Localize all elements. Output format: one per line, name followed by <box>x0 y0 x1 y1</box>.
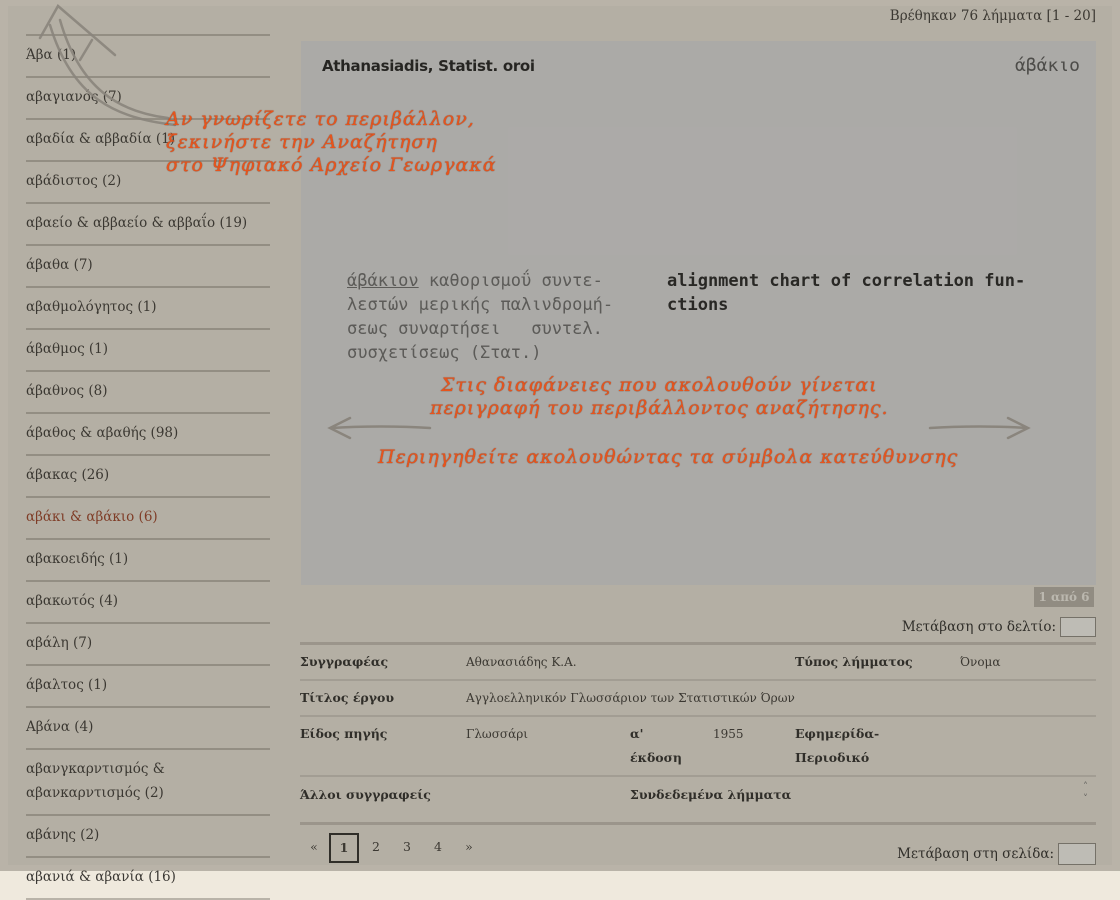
lemma-item[interactable]: αβάλη (7) <box>26 624 270 666</box>
entry-type-value: Όνομα <box>960 655 1001 669</box>
page-4-button[interactable]: 4 <box>424 833 452 861</box>
metadata-row-source: Είδος πηγής Γλωσσάρι α' έκδοση 1955 Εφημ… <box>300 715 1096 775</box>
card-headword-label: άβάκιο <box>1014 55 1080 76</box>
page-3-button[interactable]: 3 <box>393 833 421 861</box>
card-counter: 1 από 6 <box>1034 587 1094 607</box>
work-title-label: Τίτλος έργου <box>300 690 395 705</box>
prev-page-button[interactable]: « <box>300 833 328 861</box>
next-page-button[interactable]: » <box>455 833 483 861</box>
edition-value: 1955 <box>713 727 744 741</box>
other-authors-label: Άλλοι συγγραφείς <box>300 787 431 802</box>
author-value: Αθανασιάδης Κ.Α. <box>466 655 577 669</box>
card-greek-line1: καθορισμοΰ συντε- <box>418 271 603 291</box>
hint-slides-description: Στις διαφάνειες που ακολουθούν γίνεται π… <box>430 374 889 419</box>
pagination: « 1 2 3 4 » Μετάβαση στη σελίδα: <box>300 822 1096 869</box>
lemma-item[interactable]: άβαθα (7) <box>26 246 270 288</box>
edition-label-2: έκδοση <box>630 750 682 765</box>
entry-type-label: Τύπος λήμματος <box>795 654 913 669</box>
goto-page-input[interactable] <box>1058 843 1096 865</box>
lemma-item[interactable]: αβαείο & αββαείο & αββαΐο (19) <box>26 204 270 246</box>
source-type-value: Γλωσσάρι <box>466 727 528 741</box>
metadata-row-other: Άλλοι συγγραφείς Συνδεδεμένα λήμματα <box>300 775 1096 823</box>
lemma-item[interactable]: άβαθνος (8) <box>26 372 270 414</box>
goto-card: Μετάβαση στο δελτίο: <box>902 617 1096 637</box>
work-title-value: Αγγλοελληνικόν Γλωσσάριον των Στατιστικώ… <box>466 691 795 705</box>
related-entries-scroll[interactable]: ˄ ˅ <box>1083 782 1088 806</box>
chevron-up-icon[interactable]: ˄ <box>1083 782 1088 794</box>
lemma-item[interactable]: άβαθος & αβαθής (98) <box>26 414 270 456</box>
lemma-item[interactable]: αβαθμολόγητος (1) <box>26 288 270 330</box>
lemma-item[interactable]: άβακας (26) <box>26 456 270 498</box>
lemma-item[interactable]: αβακοειδής (1) <box>26 540 270 582</box>
card-greek-definition: άβάκιον καθορισμοΰ συντε- λεστών μερικής… <box>347 269 613 365</box>
lemma-item[interactable]: Άβα (1) <box>26 36 270 78</box>
page-2-button[interactable]: 2 <box>362 833 390 861</box>
newspaper-label-2: Περιοδικό <box>795 750 870 765</box>
goto-page: Μετάβαση στη σελίδα: <box>897 843 1096 865</box>
hint-navigation: Περιηγηθείτε ακολουθώντας τα σύμβολα κατ… <box>378 446 959 468</box>
author-label: Συγγραφέας <box>300 654 389 669</box>
lemma-item[interactable]: άβαλτος (1) <box>26 666 270 708</box>
chevron-down-icon[interactable]: ˅ <box>1083 794 1088 806</box>
hint-start-search: Αν γνωρίζετε το περιβάλλον, ξεκινήστε τη… <box>166 108 497 176</box>
card-greek-line4: συσχετίσεως (Στατ.) <box>347 343 542 363</box>
metadata-row-title: Τίτλος έργου Αγγλοελληνικόν Γλωσσάριον τ… <box>300 679 1096 715</box>
goto-page-label: Μετάβαση στη σελίδα: <box>897 846 1054 862</box>
lemma-item[interactable]: αβάκι & αβάκιο (6) <box>26 498 270 540</box>
card-greek-headword: άβάκιον <box>347 271 419 291</box>
lemma-item[interactable]: αβανγκαρντισμός & αβανκαρντισμός (2) <box>26 750 270 816</box>
lemma-item[interactable]: αβανιά & αβανία (16) <box>26 858 270 900</box>
goto-card-input[interactable] <box>1060 617 1096 637</box>
card-english-definition: alignment chart of correlation fun- ctio… <box>667 269 1025 317</box>
lemma-item[interactable]: άβαθμος (1) <box>26 330 270 372</box>
card-source: Athanasiadis, Statist. oroi <box>322 57 535 75</box>
lemma-item[interactable]: αβακωτός (4) <box>26 582 270 624</box>
card-greek-line2: λεστών μερικής παλινδρομή- <box>347 295 614 315</box>
card-greek-line3: σεως συναρτήσει συντελ. <box>347 319 603 339</box>
card-english-line2: ctions <box>667 295 729 315</box>
metadata-table: Συγγραφέας Αθανασιάδης Κ.Α. Τύπος λήμματ… <box>300 642 1096 823</box>
related-entries-label: Συνδεδεμένα λήμματα <box>630 787 792 802</box>
goto-card-label: Μετάβαση στο δελτίο: <box>901 619 1056 635</box>
results-count: Βρέθηκαν 76 λήμματα [1 - 20] <box>889 8 1096 24</box>
newspaper-label-1: Εφημερίδα- <box>795 726 880 741</box>
page-1-button[interactable]: 1 <box>329 833 359 863</box>
card-english-line1: alignment chart of correlation fun- <box>667 271 1026 291</box>
source-type-label: Είδος πηγής <box>300 726 388 741</box>
lemma-item[interactable]: αβάνης (2) <box>26 816 270 858</box>
edition-label-1: α' <box>630 726 644 741</box>
metadata-row-author: Συγγραφέας Αθανασιάδης Κ.Α. Τύπος λήμματ… <box>300 642 1096 679</box>
lemma-item[interactable]: Αβάνα (4) <box>26 708 270 750</box>
